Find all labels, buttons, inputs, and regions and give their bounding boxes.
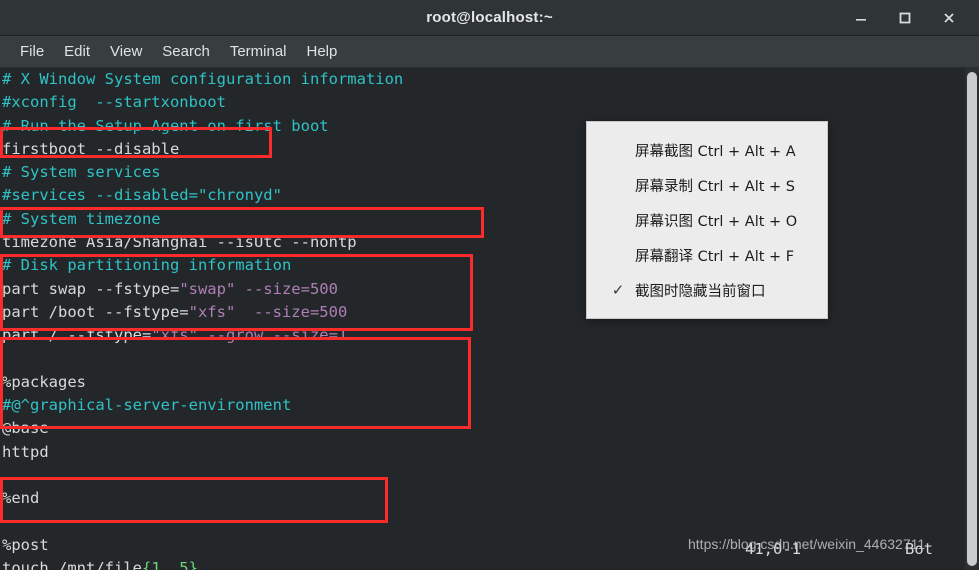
terminal-line: part swap --fstype="swap" --size=500 [2, 278, 979, 301]
terminal-line: %end [2, 487, 979, 510]
terminal-text-segment: # X Window System configuration informat… [2, 70, 404, 88]
terminal-line: #services --disabled="chronyd" [2, 184, 979, 207]
terminal-text-segment: #@^graphical-server-environment [2, 396, 292, 415]
context-menu-item-screen-ocr[interactable]: 屏幕识图 Ctrl + Alt + O [587, 203, 827, 238]
terminal-line: #xconfig --startxonboot [2, 91, 979, 114]
terminal-line: #@^graphical-server-environment [2, 394, 979, 417]
context-menu-item-screen-translate[interactable]: 屏幕翻译 Ctrl + Alt + F [587, 238, 827, 273]
terminal-line: # X Window System configuration informat… [2, 68, 979, 91]
terminal-text-segment: httpd [2, 442, 49, 461]
window-title: root@localhost:~ [426, 9, 553, 26]
maximize-button[interactable] [893, 6, 917, 30]
terminal-text-segment: touch /mnt/file [2, 559, 142, 570]
minimize-button[interactable] [849, 6, 873, 30]
menu-item-edit[interactable]: Edit [54, 40, 100, 63]
context-menu-item-label: 屏幕录制 Ctrl + Alt + S [635, 178, 795, 195]
terminal-line [2, 348, 979, 371]
terminal-line: timezone Asia/Shanghai --isUtc --nontp [2, 231, 979, 254]
terminal-text-segment: # System timezone [2, 209, 161, 228]
watermark: https://blog.csdn.net/weixin_44632711 [688, 536, 926, 552]
terminal-line [2, 511, 979, 534]
terminal-text-segment: # System services [2, 163, 161, 182]
context-menu-item-label: 屏幕识图 Ctrl + Alt + O [635, 213, 798, 230]
window-controls [849, 0, 979, 36]
terminal-text-segment: part / --fstype= [2, 326, 152, 345]
context-menu-item-screen-record[interactable]: 屏幕录制 Ctrl + Alt + S [587, 168, 827, 203]
terminal-text-segment: --grow --size=1 [197, 326, 348, 345]
terminal-text-segment: --size=500 [235, 279, 338, 298]
terminal-text-segment: %post [2, 535, 49, 554]
terminal-text-segment: --size=500 [235, 302, 348, 321]
terminal-line: # System services [2, 161, 979, 184]
context-menu-item-label: 截图时隐藏当前窗口 [635, 283, 766, 300]
context-menu-item-label: 屏幕翻译 Ctrl + Alt + F [635, 248, 795, 265]
terminal-text-segment: timezone Asia/Shanghai --isUtc --nontp [2, 233, 357, 252]
menubar: File Edit View Search Terminal Help [0, 36, 979, 68]
terminal-text-segment: %packages [2, 372, 86, 391]
screenshot-context-menu[interactable]: 屏幕截图 Ctrl + Alt + A 屏幕录制 Ctrl + Alt + S 屏幕… [586, 121, 828, 319]
terminal-line: httpd [2, 441, 979, 464]
menu-item-view[interactable]: View [100, 40, 152, 63]
terminal-line: firstboot --disable [2, 138, 979, 161]
terminal-line: # Run the Setup Agent on first boot [2, 115, 979, 138]
menu-item-terminal[interactable]: Terminal [220, 40, 297, 63]
close-button[interactable] [937, 6, 961, 30]
terminal-line: %packages [2, 371, 979, 394]
menu-item-search[interactable]: Search [152, 40, 220, 63]
terminal-line: @base [2, 417, 979, 440]
terminal-text-segment: %end [2, 489, 40, 508]
terminal-text-segment: @base [2, 419, 49, 438]
terminal-line: part /boot --fstype="xfs" --size=500 [2, 301, 979, 324]
terminal-text-segment: part /boot --fstype= [2, 302, 189, 321]
menu-item-help[interactable]: Help [297, 40, 348, 63]
terminal-line: # System timezone [2, 208, 979, 231]
menu-item-file[interactable]: File [10, 40, 54, 63]
terminal-content[interactable]: # X Window System configuration informat… [0, 68, 979, 570]
terminal-text-segment: part swap --fstype= [2, 279, 180, 298]
terminal-text-segment: #services --disabled="chronyd" [2, 186, 282, 205]
terminal-text-segment: # Disk partitioning information [2, 256, 292, 275]
terminal-line: part / --fstype="xfs" --grow --size=1 [2, 324, 979, 347]
check-icon: ✓ [611, 281, 625, 299]
terminal-window: root@localhost:~ File Edit View Search Termi… [0, 0, 979, 570]
context-menu-item-hide-window[interactable]: ✓ 截图时隐藏当前窗口 [587, 273, 827, 308]
terminal-text-segment: # Run the Setup Agent on first boot [2, 116, 329, 135]
window-titlebar: root@localhost:~ [0, 0, 979, 36]
terminal-text-segment: "swap" [179, 279, 236, 298]
terminal-text-segment: firstboot --disable [2, 139, 180, 158]
context-menu-item-screenshot[interactable]: 屏幕截图 Ctrl + Alt + A [587, 133, 827, 168]
terminal-text-segment: {1..5} [141, 559, 198, 570]
terminal-text-segment: "xfs" [151, 326, 198, 345]
scrollbar-thumb[interactable] [967, 72, 977, 566]
context-menu-item-label: 屏幕截图 Ctrl + Alt + A [635, 143, 796, 160]
terminal-line: touch /mnt/file{1..5} [2, 557, 979, 570]
terminal-text-segment: #xconfig --startxonboot [2, 93, 226, 112]
terminal-line [2, 464, 979, 487]
terminal-line: # Disk partitioning information [2, 254, 979, 277]
terminal-text-segment: "xfs" [188, 302, 236, 321]
